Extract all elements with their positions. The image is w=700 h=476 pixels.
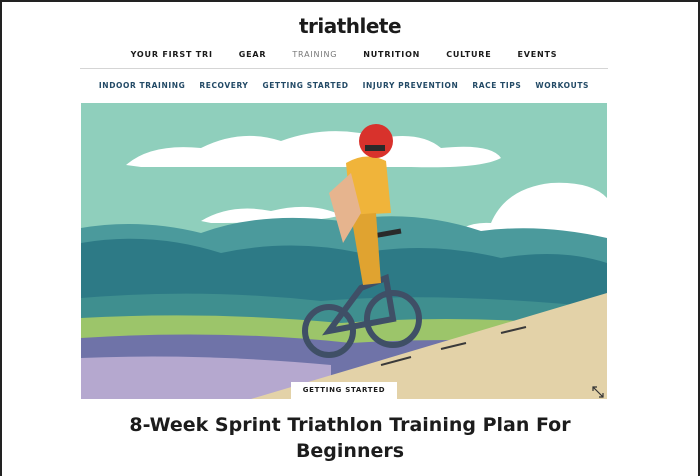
subnav-item-workouts[interactable]: WORKOUTS [528,81,596,90]
hero-image[interactable] [81,103,607,399]
hero-illustration [81,103,607,399]
subnav-item-recovery[interactable]: RECOVERY [192,81,255,90]
expand-icon-glyph [592,386,604,398]
primary-nav: YOUR FIRST TRI GEAR TRAINING NUTRITION C… [80,50,608,59]
site-logo[interactable]: triathlete [0,14,700,38]
nav-item-nutrition[interactable]: NUTRITION [350,50,433,59]
nav-item-your-first-tri[interactable]: YOUR FIRST TRI [118,50,226,59]
window-frame-left [0,0,2,476]
secondary-nav: INDOOR TRAINING RECOVERY GETTING STARTED… [80,81,608,90]
subnav-item-injury-prevention[interactable]: INJURY PREVENTION [356,81,466,90]
nav-item-training[interactable]: TRAINING [279,50,350,59]
nav-item-gear[interactable]: GEAR [226,50,280,59]
nav-item-events[interactable]: EVENTS [505,50,571,59]
subnav-item-race-tips[interactable]: RACE TIPS [465,81,528,90]
category-tag[interactable]: GETTING STARTED [291,382,397,399]
subnav-item-getting-started[interactable]: GETTING STARTED [255,81,355,90]
window-frame-top [0,0,700,2]
expand-icon[interactable] [592,383,604,398]
nav-item-culture[interactable]: CULTURE [433,50,504,59]
subnav-item-indoor-training[interactable]: INDOOR TRAINING [92,81,192,90]
nav-divider [80,68,608,69]
article-title[interactable]: 8-Week Sprint Triathlon Training Plan Fo… [80,412,620,464]
